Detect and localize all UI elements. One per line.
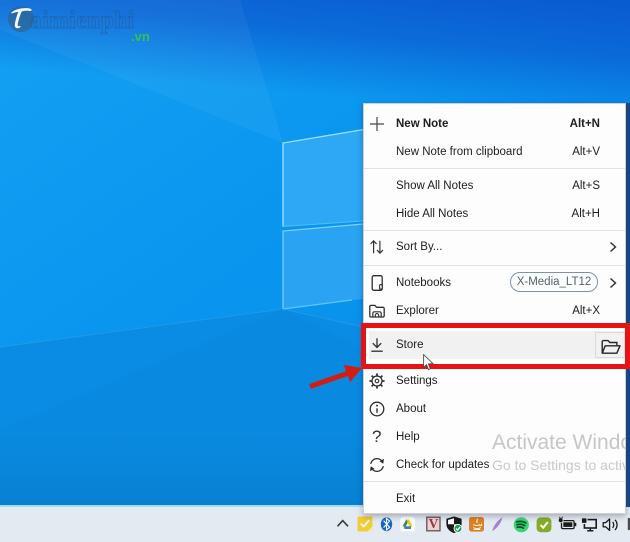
svg-text:V: V (429, 516, 439, 531)
